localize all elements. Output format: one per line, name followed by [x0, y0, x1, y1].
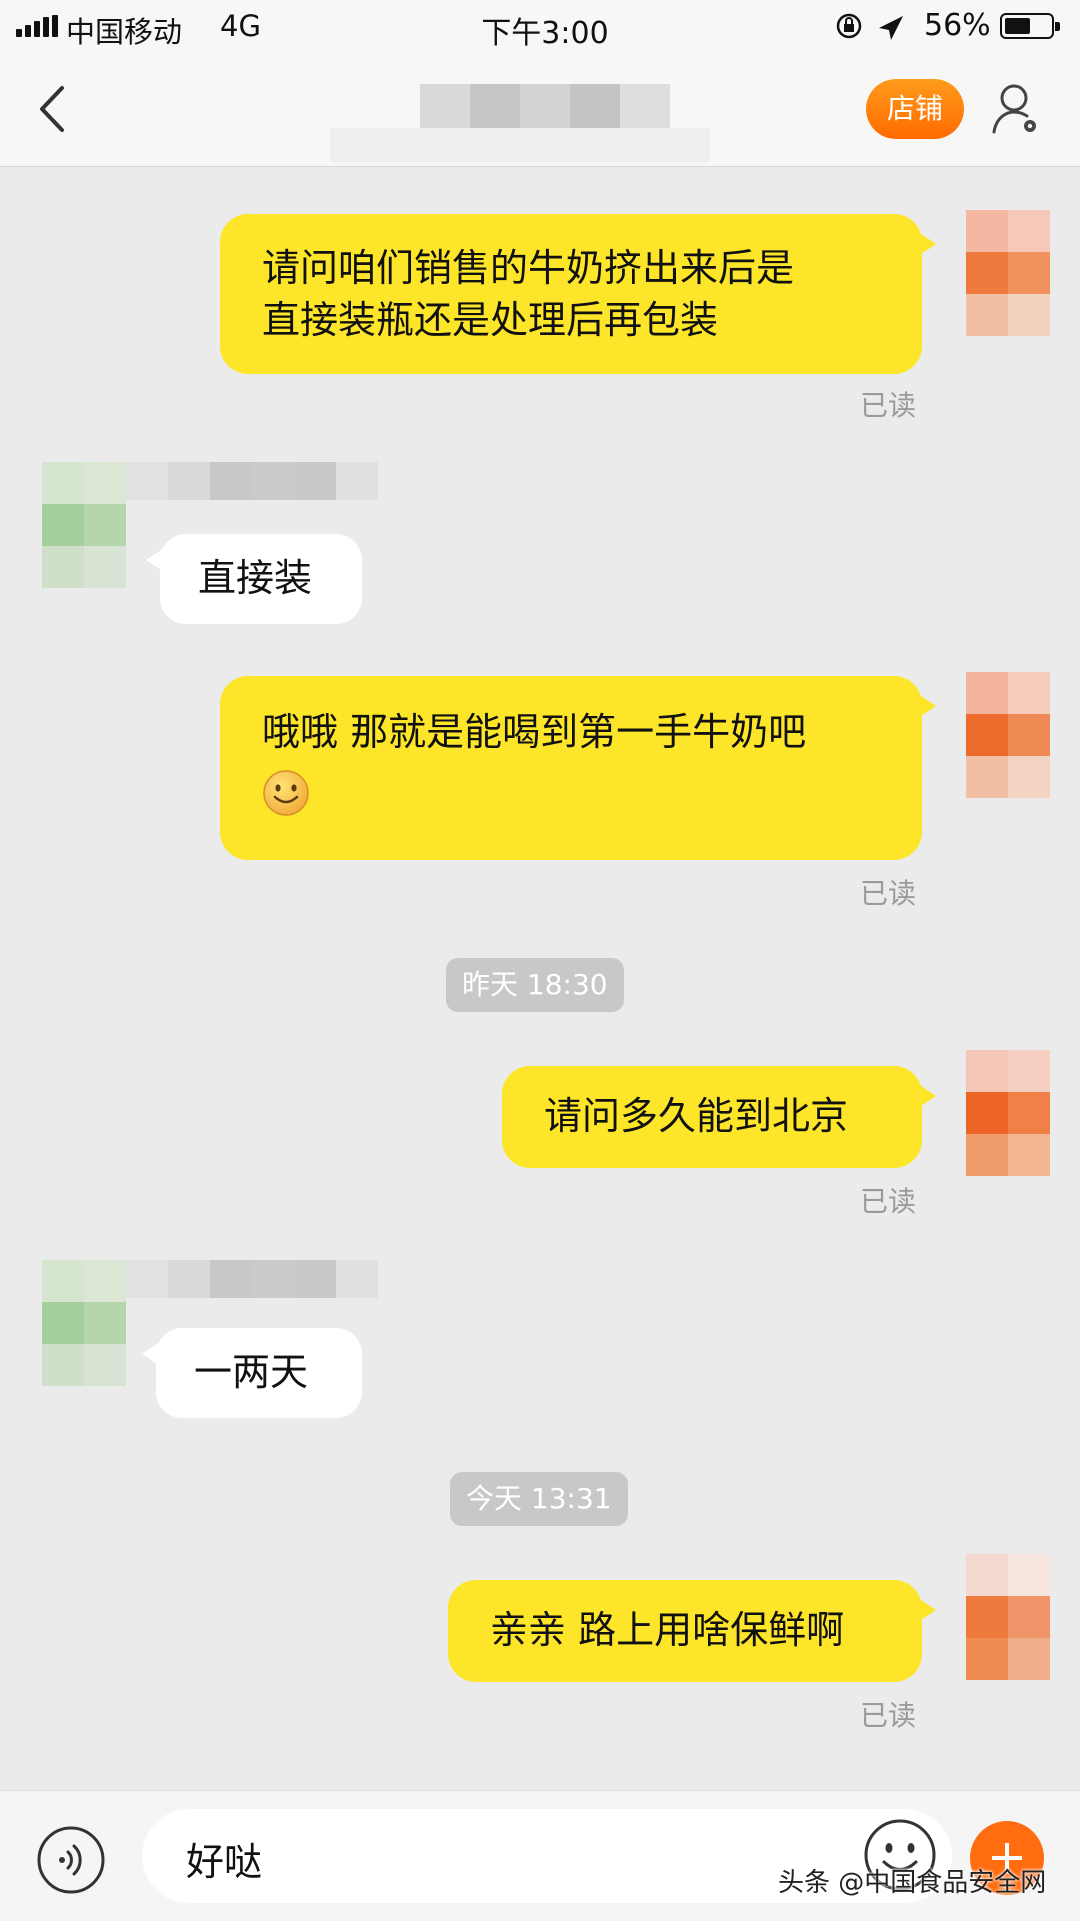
message-text: 请问多久能到北京 — [544, 1094, 849, 1138]
message-text: 哦哦 那就是能喝到第一手牛奶吧 — [262, 710, 807, 754]
message-bubble-outgoing[interactable]: 请问咱们销售的牛奶挤出来后是 直接装瓶还是处理后再包装 — [220, 214, 936, 374]
watermark: 头条 @中国食品安全网 — [778, 1868, 1047, 1898]
message-text: 亲亲 路上用啥保鲜啊 — [490, 1608, 845, 1652]
read-receipt: 已读 — [860, 1185, 917, 1218]
read-receipt: 已读 — [860, 1699, 917, 1732]
message-bubble-outgoing[interactable]: 哦哦 那就是能喝到第一手牛奶吧 — [220, 676, 936, 860]
chevron-left-icon[interactable] — [34, 84, 74, 134]
timestamp-divider: 昨天 18:30 — [446, 958, 624, 1012]
read-receipt: 已读 — [860, 389, 917, 422]
title-blur-shadow — [330, 128, 710, 162]
shop-button[interactable]: 店铺 — [866, 79, 964, 139]
my-avatar[interactable] — [966, 210, 1050, 336]
read-receipt: 已读 — [860, 877, 917, 910]
timestamp-divider: 今天 13:31 — [450, 1472, 628, 1526]
message-text: 直接装 — [198, 556, 313, 600]
voice-icon[interactable] — [36, 1825, 106, 1895]
message-text: 一两天 — [194, 1350, 309, 1394]
sender-name-blurred — [126, 462, 378, 538]
my-avatar[interactable] — [966, 1554, 1050, 1680]
battery-icon — [1000, 13, 1060, 39]
message-input-value: 好哒 — [186, 1840, 263, 1884]
message-bubble-incoming[interactable]: 一两天 — [142, 1328, 362, 1418]
chat-header: 店铺 — [0, 54, 1080, 167]
my-avatar[interactable] — [966, 1050, 1050, 1176]
status-bar: 中国移动 4G 下午3:00 56% — [0, 0, 1080, 54]
user-settings-icon[interactable] — [990, 82, 1042, 138]
message-bubble-outgoing[interactable]: 请问多久能到北京 — [502, 1066, 936, 1168]
chat-title-blurred — [420, 84, 670, 128]
message-line: 直接装瓶还是处理后再包装 — [262, 298, 719, 342]
input-bar: 好哒 — [0, 1790, 1080, 1921]
my-avatar[interactable] — [966, 672, 1050, 798]
message-bubble-outgoing[interactable]: 亲亲 路上用啥保鲜啊 — [448, 1580, 936, 1682]
lock-rotation-icon — [833, 8, 913, 49]
shop-avatar[interactable] — [42, 1260, 126, 1386]
smiley-emoji-icon — [263, 770, 309, 816]
message-line: 请问咱们销售的牛奶挤出来后是 — [262, 246, 795, 290]
message-bubble-incoming[interactable]: 直接装 — [146, 534, 362, 624]
sender-name-blurred — [126, 1260, 378, 1336]
status-time: 下午3:00 — [481, 16, 609, 51]
battery-percent: 56% — [924, 8, 991, 43]
shop-avatar[interactable] — [42, 462, 126, 588]
